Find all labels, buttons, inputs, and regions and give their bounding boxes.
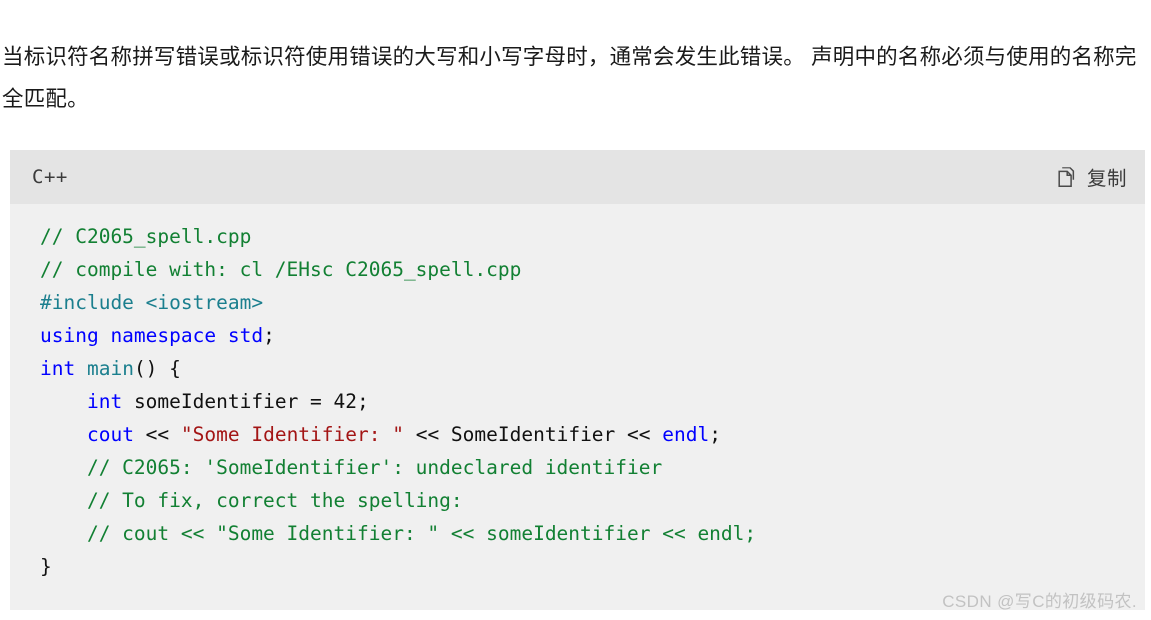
code-line: // C2065_spell.cpp <box>10 220 1145 253</box>
code-token: someIdentifier = 42; <box>122 389 369 413</box>
code-line: } <box>10 550 1145 583</box>
code-token: () { <box>133 356 181 380</box>
code-token: #include <iostream> <box>40 290 264 314</box>
code-token: // C2065_spell.cpp <box>40 224 252 248</box>
code-token: } <box>40 554 52 578</box>
code-language-label: C++ <box>32 165 68 188</box>
code-line: // C2065: 'SomeIdentifier': undeclared i… <box>10 451 1145 484</box>
code-line: // To fix, correct the spelling: <box>10 484 1145 517</box>
code-token: << <box>133 422 181 446</box>
csdn-watermark: CSDN @写C的初级码农. <box>942 591 1137 611</box>
copy-icon <box>1057 166 1078 188</box>
code-line: using namespace std; <box>10 319 1145 352</box>
code-token: << SomeIdentifier << <box>403 422 663 446</box>
code-token: int <box>86 389 123 413</box>
code-token: int <box>40 356 87 380</box>
code-token: // compile with: cl /EHsc C2065_spell.cp… <box>40 257 522 281</box>
code-line: #include <iostream> <box>10 286 1145 319</box>
code-token: endl <box>662 422 710 446</box>
intro-paragraph: 当标识符名称拼写错误或标识符使用错误的大写和小写字母时，通常会发生此错误。 声明… <box>2 44 1137 111</box>
code-line: int someIdentifier = 42; <box>10 385 1145 418</box>
code-block-header: C++ 复制 <box>10 149 1145 204</box>
code-token: ; <box>263 323 275 347</box>
code-token: ; <box>709 422 721 446</box>
copy-code-button[interactable]: 复制 <box>1057 162 1127 191</box>
code-line: int main() { <box>10 352 1145 385</box>
code-token: main <box>86 356 134 380</box>
code-token: cout <box>86 422 134 446</box>
code-content[interactable]: // C2065_spell.cpp // compile with: cl /E… <box>10 204 1145 583</box>
code-token: // C2065: 'SomeIdentifier': undeclared i… <box>40 455 663 479</box>
copy-code-label: 复制 <box>1086 168 1127 190</box>
code-token: "Some Identifier: " <box>180 422 404 446</box>
code-line: cout << "Some Identifier: " << SomeIdent… <box>10 418 1145 451</box>
code-line: // cout << "Some Identifier: " << someId… <box>10 517 1145 550</box>
code-token: // To fix, correct the spelling: <box>40 488 463 512</box>
code-line: // compile with: cl /EHsc C2065_spell.cp… <box>10 253 1145 286</box>
code-token: // cout << "Some Identifier: " << someId… <box>40 521 757 545</box>
code-token: using namespace std <box>40 323 264 347</box>
code-block: C++ 复制 // C2065_spell.cpp // compile with… <box>10 149 1145 610</box>
